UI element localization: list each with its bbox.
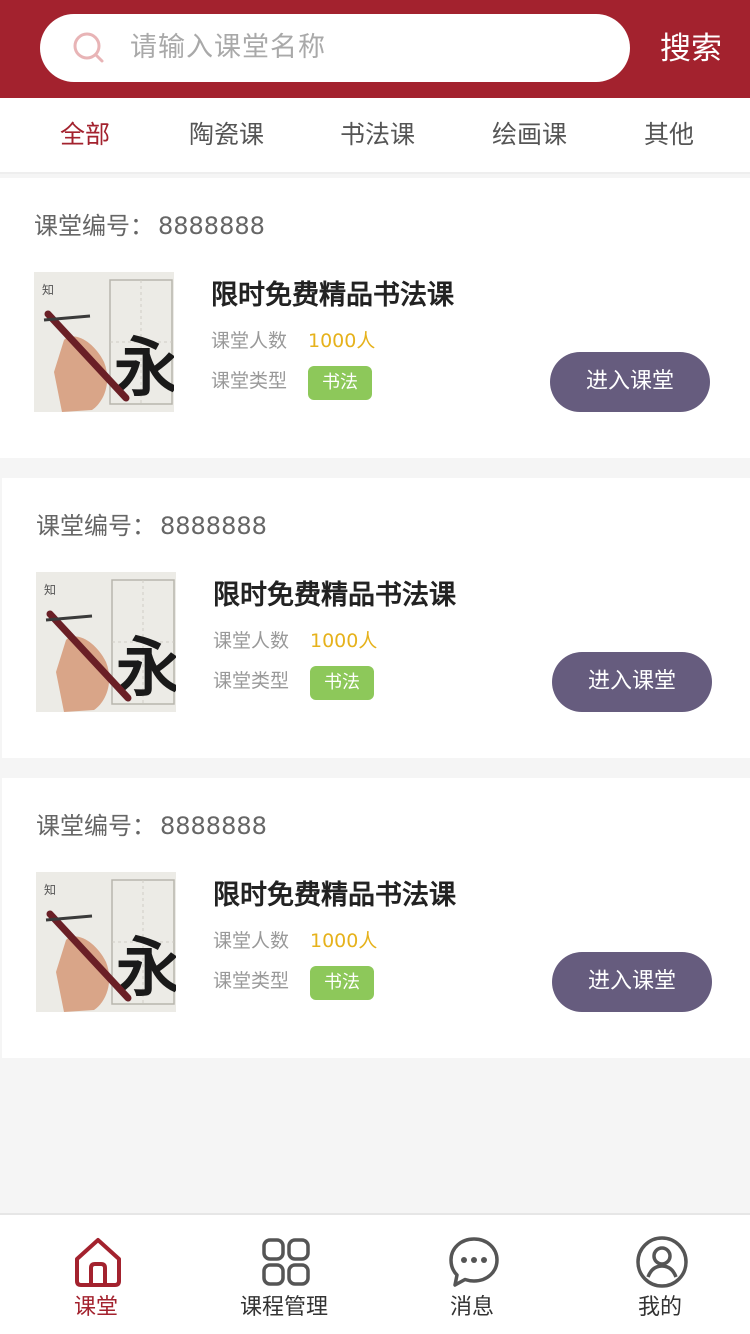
- student-count: 1000人: [308, 330, 376, 352]
- student-count: 1000人: [310, 930, 378, 952]
- nav-label: 消息: [449, 1295, 494, 1320]
- chat-bubble-icon: [449, 1237, 499, 1287]
- enter-class-button[interactable]: 进入课堂: [550, 352, 710, 412]
- class-card: 课堂编号： 8888888 永 知 限时免费精品书法课 课堂人数 1000人 课堂…: [2, 778, 750, 1058]
- user-icon: [636, 1236, 688, 1288]
- class-title: 限时免费精品书法课: [211, 280, 454, 311]
- tab-all[interactable]: 全部: [60, 98, 110, 172]
- search-button[interactable]: 搜索: [660, 26, 722, 72]
- svg-text:知: 知: [44, 883, 56, 897]
- class-card: 课堂编号： 8888888 永 知 限时免费精品书法课 课堂人数 1000人 课堂…: [0, 178, 750, 458]
- class-thumbnail[interactable]: 永 知: [34, 272, 174, 412]
- type-label: 课堂类型: [211, 370, 288, 392]
- enter-class-button[interactable]: 进入课堂: [552, 652, 712, 712]
- calligraphy-image: 永 知: [36, 872, 176, 1012]
- class-title: 限时免费精品书法课: [213, 580, 456, 611]
- search-input[interactable]: 请输入课堂名称: [130, 14, 326, 82]
- class-thumbnail[interactable]: 永 知: [36, 872, 176, 1012]
- class-card: 课堂编号： 8888888 永 知 限时免费精品书法课 课堂人数 1000人 课堂…: [2, 478, 750, 758]
- type-label: 课堂类型: [213, 970, 290, 992]
- class-code: 课堂编号： 8888888: [36, 812, 267, 840]
- calligraphy-image: 永 知: [34, 272, 174, 412]
- nav-label: 课程管理: [239, 1295, 328, 1320]
- grid-icon: [262, 1238, 310, 1286]
- svg-text:知: 知: [44, 583, 56, 597]
- enter-class-button[interactable]: 进入课堂: [552, 952, 712, 1012]
- class-thumbnail[interactable]: 永 知: [36, 572, 176, 712]
- student-count: 1000人: [310, 630, 378, 652]
- nav-item-classroom[interactable]: 课堂: [2, 1215, 190, 1334]
- category-tabs: 全部 陶瓷课 书法课 绘画课 其他: [0, 98, 750, 174]
- tab-other[interactable]: 其他: [644, 98, 694, 172]
- nav-item-course-management[interactable]: 课程管理: [190, 1215, 378, 1334]
- search-box[interactable]: 请输入课堂名称: [40, 14, 630, 82]
- count-label: 课堂人数: [213, 930, 290, 952]
- class-title: 限时免费精品书法课: [213, 880, 456, 911]
- bottom-nav: 课堂 课程管理 消息 我的: [0, 1213, 750, 1334]
- nav-item-profile[interactable]: 我的: [566, 1215, 750, 1334]
- type-tag: 书法: [310, 666, 374, 700]
- tab-painting[interactable]: 绘画课: [492, 98, 567, 172]
- nav-item-messages[interactable]: 消息: [378, 1215, 566, 1334]
- count-label: 课堂人数: [213, 630, 290, 652]
- class-code: 课堂编号： 8888888: [36, 512, 267, 540]
- type-label: 课堂类型: [213, 670, 290, 692]
- nav-label: 我的: [637, 1295, 682, 1320]
- search-icon: [73, 32, 104, 63]
- count-label: 课堂人数: [211, 330, 288, 352]
- type-tag: 书法: [310, 966, 374, 1000]
- type-tag: 书法: [308, 366, 372, 400]
- nav-label: 课堂: [73, 1295, 118, 1320]
- class-code: 课堂编号： 8888888: [34, 212, 265, 240]
- tab-calligraphy[interactable]: 书法课: [340, 98, 415, 172]
- tab-ceramics[interactable]: 陶瓷课: [189, 98, 264, 172]
- calligraphy-image: 永 知: [36, 572, 176, 712]
- home-icon: [75, 1238, 121, 1287]
- top-bar: 请输入课堂名称 搜索: [0, 0, 750, 98]
- svg-text:知: 知: [42, 283, 54, 297]
